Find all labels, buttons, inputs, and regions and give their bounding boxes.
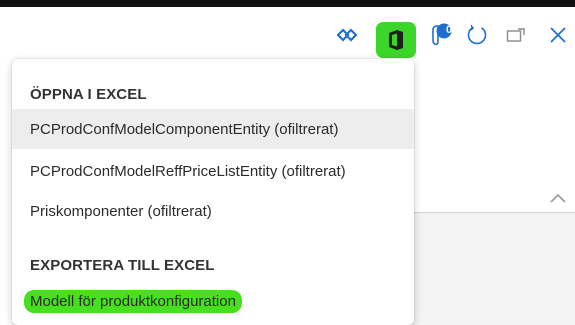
menu-item-label: PCProdConfModelComponentEntity (ofiltrer… xyxy=(30,120,339,138)
menu-item-label: PCProdConfModelReffPriceListEntity (ofil… xyxy=(30,162,346,180)
menu-item-price-components[interactable]: Priskomponenter (ofiltrerat) xyxy=(12,191,414,231)
office-icon[interactable] xyxy=(376,25,416,55)
open-in-excel-header: ÖPPNA I EXCEL xyxy=(30,86,147,103)
notification-badge-icon[interactable]: 0 xyxy=(428,20,458,50)
close-icon[interactable] xyxy=(545,20,571,50)
export-to-excel-header: EXPORTERA TILL EXCEL xyxy=(30,257,215,274)
chevron-up-icon[interactable] xyxy=(549,191,567,205)
window-top-edge xyxy=(0,0,575,7)
excel-dropdown-menu: ÖPPNA I EXCEL PCProdConfModelComponentEn… xyxy=(12,59,414,325)
menu-item-pricelist-entity[interactable]: PCProdConfModelReffPriceListEntity (ofil… xyxy=(12,151,414,191)
refresh-icon[interactable] xyxy=(464,20,490,50)
menu-item-product-config-model[interactable]: Modell för produktkonfiguration xyxy=(12,281,414,321)
toolbar: 0 xyxy=(0,7,575,59)
app-window: 0 ÖPPNA I EXCEL PCProdConfModelComponent… xyxy=(0,0,575,325)
badge-count: 0 xyxy=(445,24,453,36)
menu-item-label: Priskomponenter (ofiltrerat) xyxy=(30,202,212,220)
popout-icon[interactable] xyxy=(503,20,529,50)
diamond-arrows-icon[interactable] xyxy=(334,20,360,50)
menu-item-component-entity[interactable]: PCProdConfModelComponentEntity (ofiltrer… xyxy=(12,109,414,149)
background-gray-area xyxy=(388,213,575,325)
menu-item-label: Modell för produktkonfiguration xyxy=(24,289,242,313)
